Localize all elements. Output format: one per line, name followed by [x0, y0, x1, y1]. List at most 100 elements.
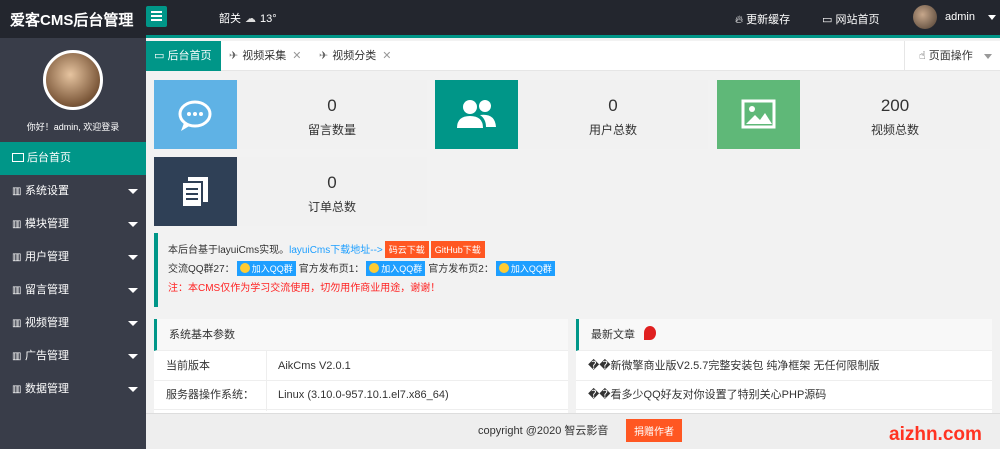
join-qq-button[interactable]: 加入QQ群: [495, 261, 555, 276]
hamburger-icon-line: [151, 19, 162, 21]
chevron-down-icon: [128, 288, 138, 293]
join-qq-button[interactable]: 加入QQ群: [366, 261, 426, 276]
qq-penguin-icon: [498, 263, 509, 273]
hamburger-icon: [151, 11, 162, 13]
stat-label: 视频总数: [870, 123, 919, 137]
tab-dashboard[interactable]: ▭ 后台首页: [146, 41, 221, 71]
hot-badge-icon: [644, 326, 657, 340]
sidebar-item-label: 后台首页: [27, 152, 71, 164]
grid-icon: ▥: [12, 186, 22, 197]
paper-plane-icon: ✈: [319, 50, 329, 62]
sidebar-item-system[interactable]: ▥ 系统设置: [0, 175, 146, 208]
row-key: 当前版本: [166, 360, 210, 372]
list-item[interactable]: ��看多少QQ好友对你设置了特别关心PHP源码: [576, 381, 992, 410]
close-icon[interactable]: ✕: [382, 50, 391, 62]
panel-title-text: 最新文章: [591, 329, 635, 341]
chat-bubble-icon: [178, 100, 212, 131]
grid-icon: ▥: [12, 384, 22, 395]
hand-pointer-icon: ☝: [919, 50, 926, 62]
flame-icon: 🔥︎: [735, 14, 744, 26]
qq-penguin-icon: [369, 263, 380, 273]
article-link[interactable]: ��看多少QQ好友对你设置了特别关心PHP源码: [588, 381, 826, 410]
join-qq-label: 加入QQ群: [381, 264, 423, 274]
document-icon: [181, 177, 208, 208]
row-value: Linux (3.10.0-957.10.1.el7.x86_64): [278, 389, 449, 401]
site-home-label: 网站首页: [835, 14, 880, 26]
list-item[interactable]: ��新微擎商业版V2.5.7完整安装包 纯净框架 无任何限制版: [576, 352, 992, 381]
article-link[interactable]: ��新微擎商业版V2.5.7完整安装包 纯净框架 无任何限制版: [588, 352, 879, 381]
notice-block: 本后台基于layuiCms实现。layuiCms下载地址--> 码云下载 GitHu…: [154, 233, 992, 307]
stat-card-users[interactable]: 0 用户总数: [435, 80, 708, 149]
stat-card-messages[interactable]: 0 留言数量: [154, 80, 427, 149]
watermark: aizhn.com: [889, 424, 982, 445]
weather-temp: 13°: [260, 13, 277, 25]
welcome-text: 你好！admin, 欢迎登录: [26, 122, 120, 132]
chevron-down-icon: [128, 255, 138, 260]
stat-label: 用户总数: [588, 123, 637, 137]
close-icon[interactable]: ✕: [292, 50, 301, 62]
table-row: 服务器操作系统： Linux (3.10.0-957.10.1.el7.x86_…: [154, 381, 568, 410]
join-qq-button[interactable]: 加入QQ群: [236, 261, 296, 276]
sidebar-item-modules[interactable]: ▥ 模块管理: [0, 208, 146, 241]
tab-bar: ▭ 后台首页 ✈ 视频采集 ✕ ✈ 视频分类 ✕ ☝ 页面操作: [146, 41, 1000, 71]
tab-video-collect[interactable]: ✈ 视频采集 ✕: [229, 41, 301, 71]
stat-value: 0: [327, 173, 337, 192]
paper-plane-icon: ✈: [229, 50, 239, 62]
official-page-1-label: 官方发布页1：: [298, 264, 365, 275]
sidebar-item-users[interactable]: ▥ 用户管理: [0, 241, 146, 274]
app-logo[interactable]: 爱客CMS后台管理: [10, 9, 133, 30]
stat-icon-box: [154, 157, 237, 226]
sidebar-item-messages[interactable]: ▥ 留言管理: [0, 274, 146, 307]
stat-value: 200: [880, 96, 910, 115]
copyright-text: copyright @2020 智云影音: [478, 425, 609, 437]
tab-label: 视频采集: [242, 50, 287, 62]
stat-icon-box: [435, 80, 518, 149]
join-qq-label: 加入QQ群: [251, 264, 293, 274]
grid-icon: ▥: [12, 252, 22, 263]
row-value: AikCms V2.0.1: [278, 360, 351, 372]
github-download-button[interactable]: GitHub下载: [430, 241, 485, 258]
tab-video-category[interactable]: ✈ 视频分类 ✕: [319, 41, 391, 71]
notice-line-1: 本后台基于layuiCms实现。layuiCms下载地址--> 码云下载 GitHu…: [168, 241, 485, 258]
image-icon: [741, 99, 776, 129]
donate-button[interactable]: 捐赠作者: [626, 419, 682, 442]
grid-icon: ▥: [12, 219, 22, 230]
join-qq-label: 加入QQ群: [510, 264, 552, 274]
panel-title: 系统基本参数: [154, 319, 568, 351]
refresh-cache-link[interactable]: 🔥︎ 更新缓存: [735, 11, 790, 27]
sidebar-item-data[interactable]: ▥ 数据管理: [0, 373, 146, 406]
sidebar: 你好！admin, 欢迎登录 后台首页 ▥ 系统设置 ▥ 模块管理 ▥ 用户管理 ▥ 留…: [0, 38, 146, 449]
notice-line-2: 交流QQ群27： 加入QQ群 官方发布页1： 加入QQ群 官方发布页2： 加入QQ群: [168, 260, 558, 276]
gitee-download-button[interactable]: 码云下载: [384, 241, 429, 258]
grid-icon: ▥: [12, 318, 22, 329]
users-icon: [457, 100, 496, 128]
refresh-cache-label: 更新缓存: [746, 14, 791, 26]
sidebar-item-ads[interactable]: ▥ 广告管理: [0, 340, 146, 373]
warning-text: 注：本CMS仅作为学习交流使用，切勿用作商业用途，谢谢！: [168, 283, 441, 294]
sidebar-avatar[interactable]: [43, 50, 103, 110]
page-ops-label: 页面操作: [928, 50, 973, 62]
stat-card-videos[interactable]: 200 视频总数: [717, 80, 990, 149]
sidebar-item-label: 数据管理: [25, 383, 69, 395]
chevron-down-icon: [988, 15, 996, 20]
monitor-icon: ▭: [154, 50, 165, 62]
menu-toggle-button[interactable]: [146, 6, 167, 27]
site-home-link[interactable]: ▭ 网站首页: [822, 11, 879, 27]
sidebar-item-label: 广告管理: [25, 350, 69, 362]
stat-card-orders[interactable]: 0 订单总数: [154, 157, 427, 226]
qq-group-label: 交流QQ群27：: [168, 264, 235, 275]
user-avatar: [913, 5, 937, 29]
page-operations-dropdown[interactable]: ☝ 页面操作: [904, 41, 1000, 71]
row-key: 服务器操作系统：: [166, 389, 254, 401]
main-content: 0 留言数量 0 用户总数 200 视频总数 0 订单总数 本后台基于layui…: [146, 71, 1000, 413]
sidebar-item-videos[interactable]: ▥ 视频管理: [0, 307, 146, 340]
download-link[interactable]: layuiCms下载地址-->: [289, 245, 383, 256]
qq-penguin-icon: [239, 263, 250, 273]
header-accent-line: [146, 35, 1000, 38]
chevron-down-icon: [128, 354, 138, 359]
official-page-2-label: 官方发布页2：: [428, 264, 494, 275]
stat-label: 订单总数: [307, 200, 356, 214]
sidebar-item-dashboard[interactable]: 后台首页: [0, 142, 146, 175]
weather-widget: 韶关 ☁ 13°: [219, 10, 277, 26]
sidebar-item-label: 系统设置: [25, 185, 69, 197]
